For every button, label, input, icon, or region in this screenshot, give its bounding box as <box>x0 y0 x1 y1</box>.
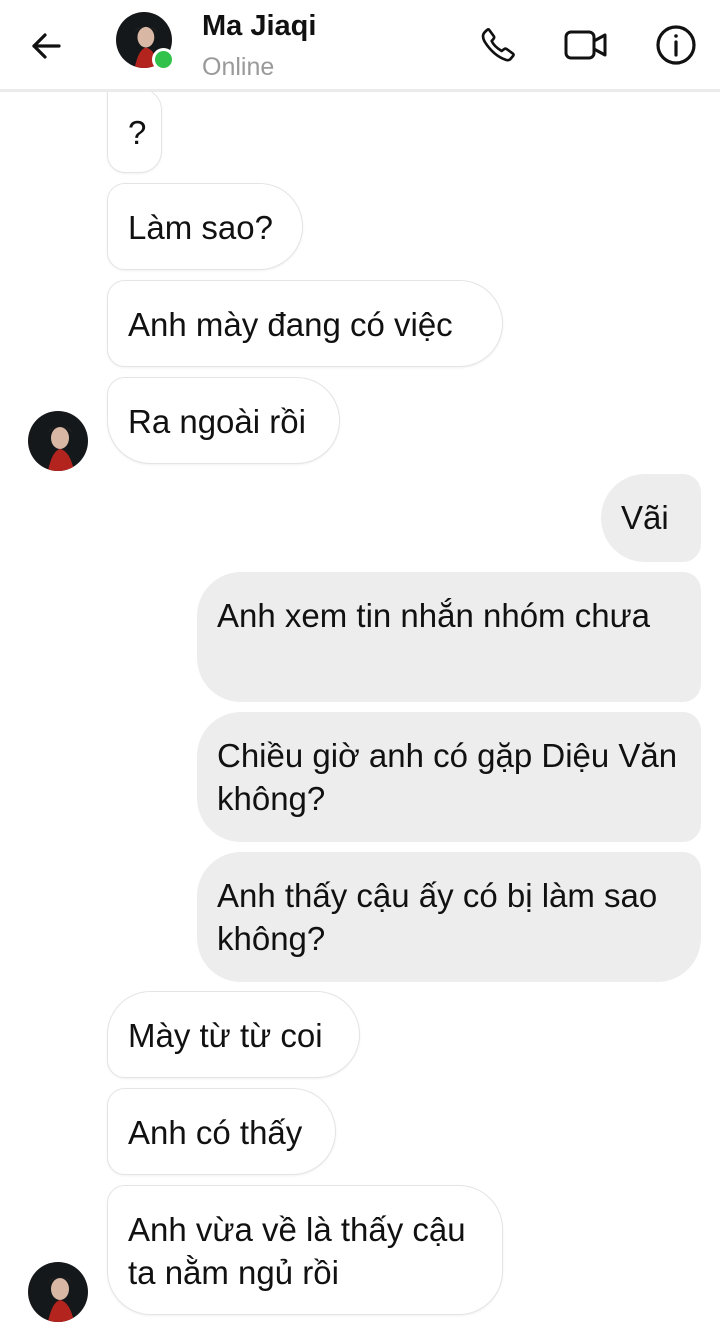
contact-status: Online <box>202 53 275 81</box>
message-bubble-received[interactable]: Mày từ từ coi <box>107 991 360 1078</box>
message-text: Anh có thấy <box>128 1114 303 1151</box>
message-text: Chiều giờ anh có gặp Diệu Văn không? <box>217 737 678 817</box>
message-bubble-received[interactable]: Anh vừa về là thấy cậu ta nằm ngủ rồi <box>107 1185 503 1315</box>
contact-name[interactable]: Ma Jiaqi <box>202 10 316 43</box>
message-text: Làm sao? <box>128 209 273 246</box>
message-bubble-received[interactable]: ? <box>107 88 162 173</box>
message-text: Ra ngoài rồi <box>128 403 306 440</box>
video-camera-icon[interactable] <box>560 20 612 70</box>
info-icon[interactable] <box>650 20 702 70</box>
message-bubble-received[interactable]: Làm sao? <box>107 183 303 270</box>
message-bubble-sent[interactable]: Anh xem tin nhắn nhóm chưa <box>197 572 701 702</box>
contact-avatar[interactable] <box>28 411 88 471</box>
back-arrow-icon[interactable] <box>22 24 70 68</box>
contact-avatar[interactable] <box>28 1262 88 1322</box>
message-text: ? <box>128 114 147 151</box>
message-text: Mày từ từ coi <box>128 1017 323 1054</box>
message-text: Vãi <box>621 499 669 536</box>
message-list[interactable]: ? Làm sao? Anh mày đang có việc Ra ngoài… <box>0 0 720 1323</box>
online-indicator <box>152 48 175 71</box>
message-bubble-sent[interactable]: Chiều giờ anh có gặp Diệu Văn không? <box>197 712 701 842</box>
message-text: Anh xem tin nhắn nhóm chưa <box>217 597 651 634</box>
message-text: Anh mày đang có việc <box>128 306 453 343</box>
message-bubble-received[interactable]: Ra ngoài rồi <box>107 377 340 464</box>
message-text: Anh vừa về là thấy cậu ta nằm ngủ rồi <box>128 1211 466 1291</box>
message-text: Anh thấy cậu ấy có bị làm sao không? <box>217 877 658 957</box>
message-bubble-sent[interactable]: Vãi <box>601 474 701 562</box>
phone-icon[interactable] <box>472 20 524 70</box>
message-bubble-sent[interactable]: Anh thấy cậu ấy có bị làm sao không? <box>197 852 701 982</box>
message-bubble-received[interactable]: Anh có thấy <box>107 1088 336 1175</box>
chat-header: Ma Jiaqi Online <box>0 0 720 92</box>
message-bubble-received[interactable]: Anh mày đang có việc <box>107 280 503 367</box>
